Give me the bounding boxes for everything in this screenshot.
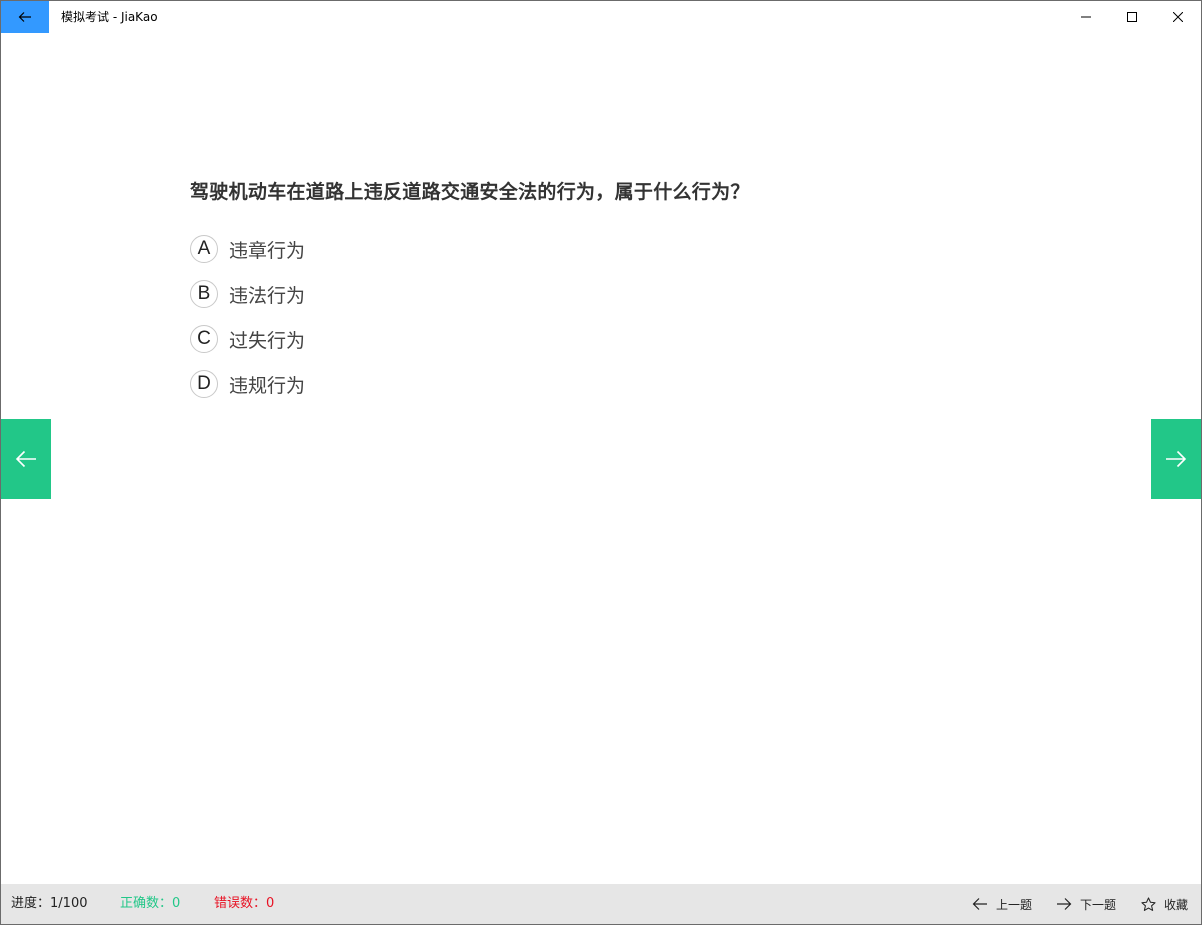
close-icon xyxy=(1173,12,1183,22)
correct-value: 0 xyxy=(172,896,181,911)
option-text: 违规行为 xyxy=(229,374,306,397)
window-title: 模拟考试 - JiaKao xyxy=(61,10,158,24)
previous-question-label: 上一题 xyxy=(996,897,1033,912)
maximize-icon xyxy=(1127,12,1137,22)
arrow-right-icon xyxy=(1057,898,1072,910)
wrong-value: 0 xyxy=(266,896,275,911)
maximize-button[interactable] xyxy=(1109,1,1155,33)
correct-label: 正确数： xyxy=(120,896,173,911)
star-icon xyxy=(1141,896,1156,911)
status-bar: 进度：1/100 正确数：0 错误数：0 上一题 下一题 收藏 xyxy=(1,884,1201,924)
option-c[interactable]: C 过失行为 xyxy=(190,324,305,354)
wrong-count: 错误数：0 xyxy=(214,884,274,924)
favorite-label: 收藏 xyxy=(1164,897,1189,912)
close-button[interactable] xyxy=(1155,1,1201,33)
option-letter-badge: D xyxy=(190,370,218,398)
wrong-label: 错误数： xyxy=(214,896,267,911)
option-letter-badge: B xyxy=(190,280,218,308)
option-text: 过失行为 xyxy=(229,329,306,352)
question-text: 驾驶机动车在道路上违反道路交通安全法的行为，属于什么行为？ xyxy=(190,181,750,203)
progress-value: 1/100 xyxy=(50,896,88,911)
next-question-button[interactable]: 下一题 xyxy=(1056,884,1116,924)
progress-label: 进度： xyxy=(11,896,51,911)
option-text: 违法行为 xyxy=(229,284,306,307)
option-letter-badge: C xyxy=(190,325,218,353)
options-list: A 违章行为 B 违法行为 C 过失行为 D 违规行为 xyxy=(190,234,305,414)
option-text: 违章行为 xyxy=(229,239,306,262)
back-button[interactable] xyxy=(1,1,49,33)
progress-indicator: 进度：1/100 xyxy=(11,884,87,924)
next-question-label: 下一题 xyxy=(1080,897,1117,912)
previous-question-button[interactable]: 上一题 xyxy=(972,884,1032,924)
minimize-button[interactable] xyxy=(1063,1,1109,33)
arrow-left-icon xyxy=(972,898,987,910)
option-a[interactable]: A 违章行为 xyxy=(190,234,305,264)
option-b[interactable]: B 违法行为 xyxy=(190,279,305,309)
arrow-left-icon xyxy=(18,12,31,22)
arrow-left-icon xyxy=(15,450,36,468)
app-window: 模拟考试 - JiaKao 驾驶机动车在道路上违反道路交通安全法的行为，属于什么… xyxy=(0,0,1202,925)
correct-count: 正确数：0 xyxy=(120,884,180,924)
title-bar: 模拟考试 - JiaKao xyxy=(1,1,1201,33)
next-question-side-button[interactable] xyxy=(1151,419,1201,499)
favorite-button[interactable]: 收藏 xyxy=(1141,884,1188,924)
option-d[interactable]: D 违规行为 xyxy=(190,369,305,399)
previous-question-side-button[interactable] xyxy=(1,419,51,499)
arrow-right-icon xyxy=(1166,450,1187,468)
option-letter-badge: A xyxy=(190,235,218,263)
minimize-icon xyxy=(1081,16,1091,18)
